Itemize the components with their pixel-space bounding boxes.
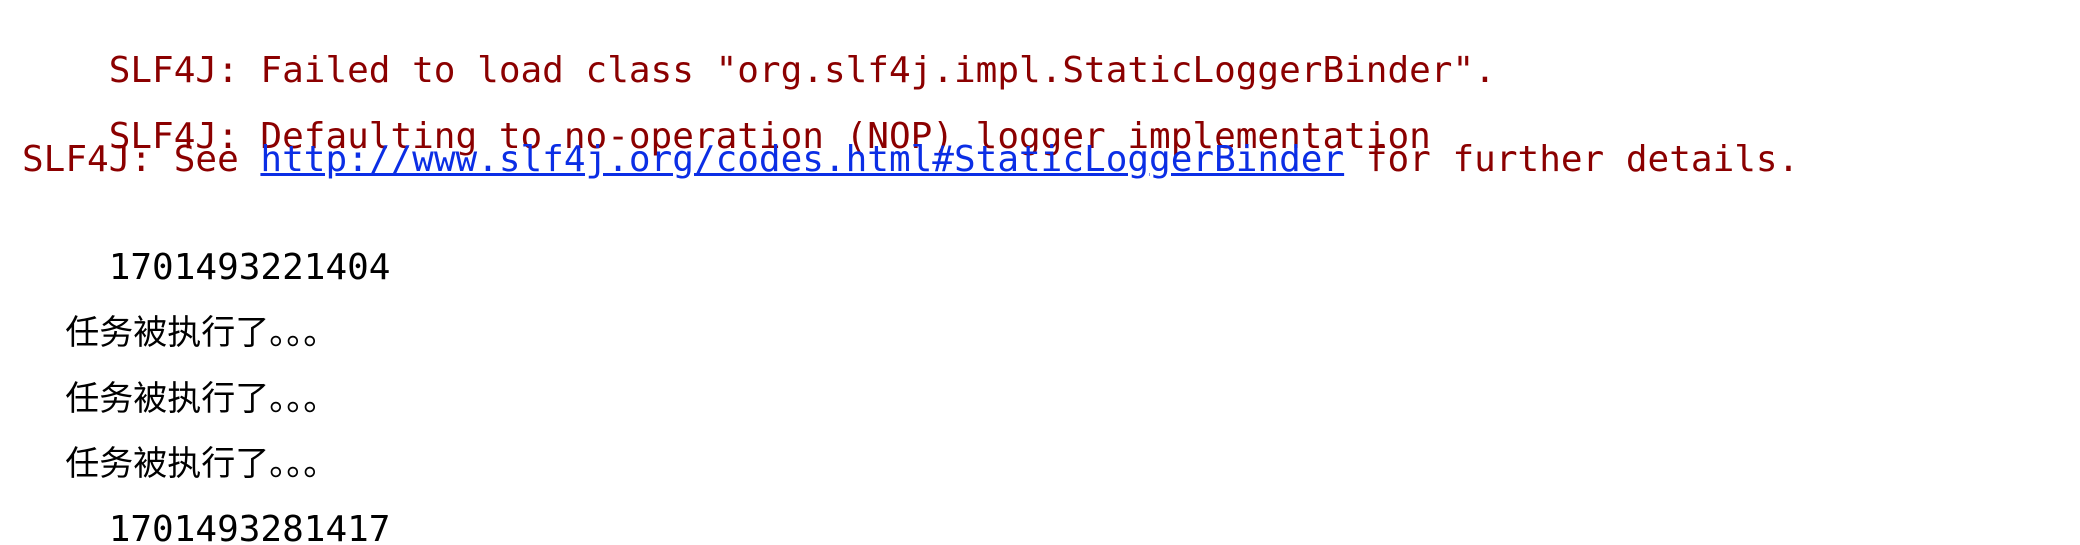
console-line: SLF4J: See http://www.slf4j.org/codes.ht… <box>22 139 2080 205</box>
console-line-text: SLF4J: Failed to load class "org.slf4j.i… <box>108 50 1496 91</box>
console-line-prefix: SLF4J: See <box>22 139 261 180</box>
console-line-suffix: for further details. <box>1344 139 1800 180</box>
timestamp-output: 1701493281417 <box>108 508 391 545</box>
task-executed-output: 任务被执行了。。。 <box>65 313 338 353</box>
task-executed-output: 任务被执行了。。。 <box>65 378 338 419</box>
console-line: SLF4J: Failed to load class "org.slf4j.i… <box>22 8 2080 91</box>
slf4j-codes-link[interactable]: http://www.slf4j.org/codes.html#StaticLo… <box>260 139 1344 180</box>
timestamp-output: 1701493221404 <box>108 246 391 288</box>
console-line: 1701493221404 <box>22 205 2080 288</box>
console-output: SLF4J: Failed to load class "org.slf4j.i… <box>0 0 2080 545</box>
task-executed-output: 任务被执行了。。。 <box>65 444 338 484</box>
